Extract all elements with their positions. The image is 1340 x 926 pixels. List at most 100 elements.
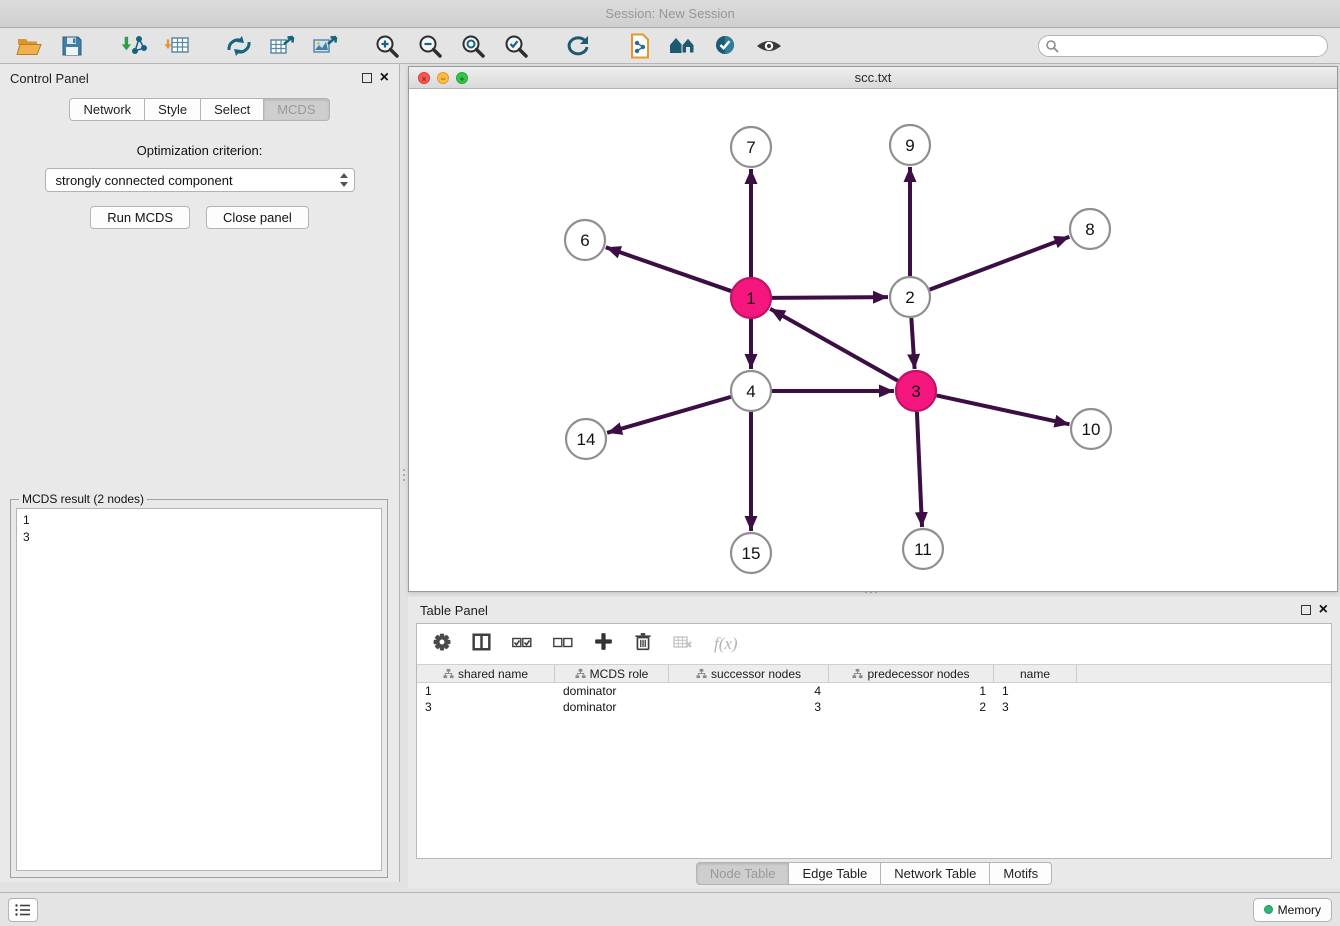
zoom-fit-button[interactable] — [456, 31, 490, 61]
columns-icon — [472, 633, 491, 651]
graph-edge-3-10[interactable] — [937, 395, 1070, 424]
tab-mcds[interactable]: MCDS — [264, 98, 329, 121]
network-view-window: × − + scc.txt 7 9 6 8 1 2 4 3 14 10 15 11 — [408, 66, 1338, 592]
tab-edge-table[interactable]: Edge Table — [789, 862, 881, 885]
tab-node-table[interactable]: Node Table — [696, 862, 790, 885]
unchecked-boxes-icon — [553, 634, 573, 650]
close-panel-icon[interactable]: × — [380, 73, 389, 83]
graph-node-9[interactable]: 9 — [890, 125, 930, 165]
tab-network[interactable]: Network — [69, 98, 145, 121]
network-from-url-button[interactable] — [222, 31, 256, 61]
graph-edge-1-2[interactable] — [772, 297, 888, 298]
main-toolbar — [0, 28, 1340, 64]
graph-node-label: 7 — [746, 138, 755, 157]
graph-node-14[interactable]: 14 — [566, 419, 606, 459]
task-list-icon — [15, 904, 31, 916]
function-builder-button[interactable]: f(x) — [714, 634, 738, 654]
minimize-window-button[interactable]: − — [437, 72, 449, 84]
graph-node-8[interactable]: 8 — [1070, 209, 1110, 249]
control-panel-header: Control Panel × — [0, 64, 399, 92]
search-input[interactable] — [1038, 35, 1328, 57]
column-header-name[interactable]: name — [994, 665, 1077, 682]
table-column-header: shared name MCDS role — [417, 664, 1331, 683]
tab-motifs[interactable]: Motifs — [990, 862, 1052, 885]
graph-edge-2-8[interactable] — [930, 237, 1070, 290]
task-history-button[interactable] — [8, 898, 38, 922]
tab-select[interactable]: Select — [201, 98, 264, 121]
open-session-button[interactable] — [12, 31, 46, 61]
run-mcds-button[interactable]: Run MCDS — [90, 206, 190, 229]
graph-node-4[interactable]: 4 — [731, 371, 771, 411]
maximize-window-button[interactable]: + — [456, 72, 468, 84]
result-line: 3 — [23, 529, 375, 546]
graph-edge-4-14[interactable] — [607, 397, 731, 433]
graph-node-7[interactable]: 7 — [731, 127, 771, 167]
apply-style-button[interactable] — [709, 31, 743, 61]
home-button[interactable] — [666, 31, 700, 61]
network-graph[interactable]: 7 9 6 8 1 2 4 3 14 10 15 11 — [409, 89, 1337, 591]
show-graphics-details-button[interactable] — [752, 31, 786, 61]
graph-edge-2-3[interactable] — [911, 318, 914, 369]
column-header-successor-nodes[interactable]: successor nodes — [669, 665, 829, 682]
delete-table-button[interactable] — [673, 634, 693, 655]
import-table-button[interactable] — [160, 31, 194, 61]
column-header-shared-name[interactable]: shared name — [417, 665, 555, 682]
import-network-icon — [121, 34, 147, 58]
eye-icon — [755, 35, 783, 57]
result-line: 1 — [23, 512, 375, 529]
show-columns-button[interactable] — [472, 633, 491, 656]
graph-node-10[interactable]: 10 — [1071, 409, 1111, 449]
close-window-button[interactable]: × — [418, 72, 430, 84]
vertical-splitter-handle[interactable] — [401, 462, 407, 488]
column-header-predecessor-nodes[interactable]: predecessor nodes — [829, 665, 994, 682]
graph-node-label: 15 — [742, 544, 761, 563]
import-table-icon — [164, 34, 190, 58]
save-session-button[interactable] — [55, 31, 89, 61]
session-file-network-button[interactable] — [623, 31, 657, 61]
graph-node-11[interactable]: 11 — [903, 529, 943, 569]
close-panel-button[interactable]: Close panel — [206, 206, 309, 229]
table-row[interactable]: 1 dominator 4 1 1 — [417, 683, 1331, 699]
import-network-button[interactable] — [117, 31, 151, 61]
graph-node-label: 2 — [905, 288, 914, 307]
window-titlebar[interactable]: Session: New Session — [0, 0, 1340, 28]
attribute-type-icon — [696, 668, 707, 679]
tab-network-table[interactable]: Network Table — [881, 862, 990, 885]
mcds-result-text[interactable]: 1 3 — [16, 508, 382, 871]
graph-node-2[interactable]: 2 — [890, 277, 930, 317]
export-image-button[interactable] — [308, 31, 342, 61]
create-column-button[interactable] — [594, 632, 613, 656]
export-table-button[interactable] — [265, 31, 299, 61]
select-all-columns-button[interactable] — [512, 634, 532, 655]
memory-button[interactable]: Memory — [1253, 898, 1332, 922]
tab-style[interactable]: Style — [145, 98, 201, 121]
graph-node-1[interactable]: 1 — [731, 278, 771, 318]
optimization-criterion-select[interactable]: strongly connected component — [45, 168, 355, 192]
column-header-mcds-role[interactable]: MCDS role — [555, 665, 669, 682]
graph-node-3[interactable]: 3 — [896, 371, 936, 411]
graph-node-6[interactable]: 6 — [565, 220, 605, 260]
graph-node-15[interactable]: 15 — [731, 533, 771, 573]
refresh-layout-button[interactable] — [561, 31, 595, 61]
zoom-fit-icon — [460, 33, 486, 59]
table-settings-button[interactable] — [433, 633, 451, 656]
table-panel-header: Table Panel × — [408, 597, 1340, 623]
zoom-selected-icon — [503, 33, 529, 59]
zoom-in-icon — [374, 33, 400, 59]
network-window-titlebar[interactable]: × − + scc.txt — [409, 67, 1337, 89]
close-table-panel-icon[interactable]: × — [1319, 605, 1328, 615]
zoom-selected-button[interactable] — [499, 31, 533, 61]
status-bar: Memory — [0, 892, 1340, 926]
graph-edge-3-1[interactable] — [770, 309, 898, 381]
graph-edge-3-11[interactable] — [917, 412, 922, 527]
delete-column-button[interactable] — [634, 632, 652, 656]
zoom-out-button[interactable] — [413, 31, 447, 61]
float-panel-icon[interactable] — [362, 73, 372, 83]
unselect-all-columns-button[interactable] — [553, 634, 573, 655]
float-table-panel-icon[interactable] — [1301, 605, 1311, 615]
attribute-type-icon — [575, 668, 586, 679]
dropdown-arrows-icon — [338, 172, 350, 188]
graph-edge-1-6[interactable] — [606, 247, 731, 291]
table-row[interactable]: 3 dominator 3 2 3 — [417, 699, 1331, 715]
zoom-in-button[interactable] — [370, 31, 404, 61]
